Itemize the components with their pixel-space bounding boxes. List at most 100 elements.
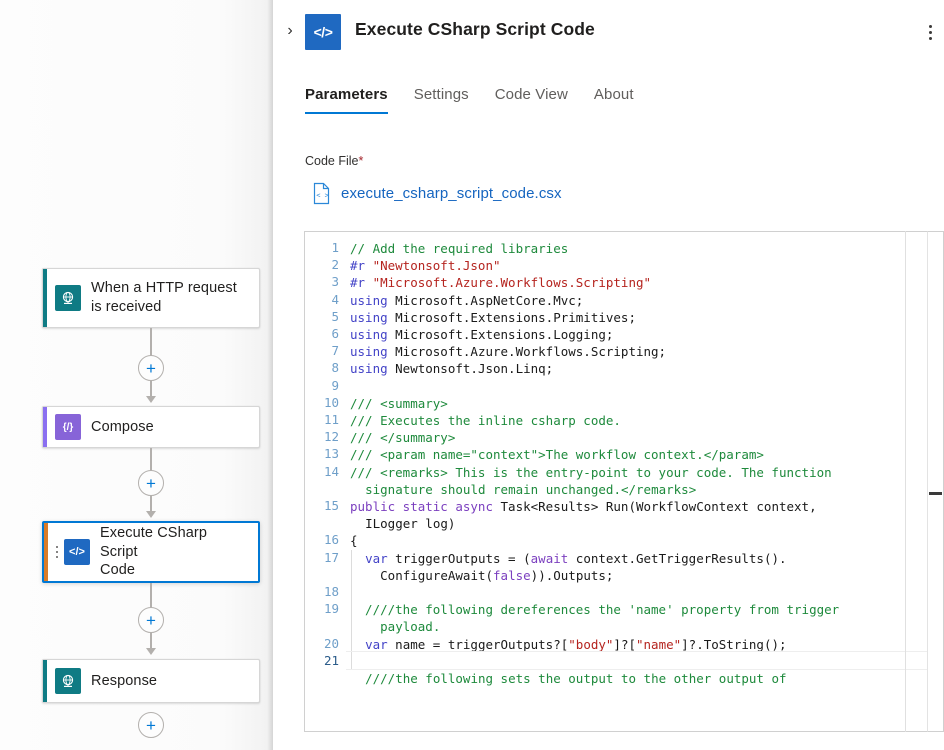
workflow-node-label: When a HTTP request is received xyxy=(91,279,237,316)
editor-code-area[interactable]: // Add the required libraries#r "Newtons… xyxy=(346,232,927,731)
line-number: 4 xyxy=(305,292,339,307)
workflow-node-label: Execute CSharp Script Code xyxy=(100,524,248,580)
indent-guide xyxy=(351,618,352,635)
code-line: #r "Newtonsoft.Json" xyxy=(346,257,927,274)
workflow-node-response[interactable]: Response xyxy=(42,659,260,703)
line-number: 20 xyxy=(305,636,339,651)
line-number: 13 xyxy=(305,446,339,461)
code-line: using Microsoft.Extensions.Logging; xyxy=(346,326,927,343)
line-number: 2 xyxy=(305,257,339,272)
code-line: ////the following dereferences the 'name… xyxy=(346,601,927,618)
code-token: /// Executes the inline csharp code. xyxy=(350,413,621,428)
add-action-button-4[interactable]: + xyxy=(138,712,164,738)
code-token: using xyxy=(350,293,395,308)
workflow-canvas[interactable]: When a HTTP request is received + {/} Co… xyxy=(0,0,273,750)
workflow-node-http-trigger[interactable]: When a HTTP request is received xyxy=(42,268,260,328)
code-token: signature should remain unchanged.</rema… xyxy=(365,482,696,497)
code-line: using Microsoft.Azure.Workflows.Scriptin… xyxy=(346,343,927,360)
add-action-button-2[interactable]: + xyxy=(138,470,164,496)
code-line: /// <remarks> This is the entry-point to… xyxy=(346,464,927,481)
tab-code-view[interactable]: Code View xyxy=(495,86,584,114)
scrollbar-marker xyxy=(929,492,942,495)
code-token: var xyxy=(365,637,395,652)
connector-arrow xyxy=(146,648,156,655)
code-line: /// Executes the inline csharp code. xyxy=(346,412,927,429)
code-token: context.GetTriggerResults(). xyxy=(576,551,787,566)
code-token: using xyxy=(350,327,395,342)
code-token: ////the following sets the output to the… xyxy=(365,671,786,686)
tab-label: About xyxy=(594,86,634,103)
code-line xyxy=(346,653,927,670)
tab-label: Settings xyxy=(414,86,469,103)
compose-glyph: {/} xyxy=(63,422,74,433)
line-number: 19 xyxy=(305,601,339,616)
line-number: 3 xyxy=(305,274,339,289)
code-line-partial: ////the following sets the output to the… xyxy=(346,670,927,687)
required-marker: * xyxy=(359,154,364,168)
code-line: ILogger log) xyxy=(346,515,927,532)
code-token: using xyxy=(350,310,395,325)
line-number: 17 xyxy=(305,550,339,565)
code-file-label-text: Code File xyxy=(305,154,359,168)
code-token: /// </summary> xyxy=(350,430,455,445)
code-token: await xyxy=(531,551,576,566)
editor-right-separator xyxy=(905,231,906,732)
code-token: #r xyxy=(350,275,373,290)
add-action-button-1[interactable]: + xyxy=(138,355,164,381)
tab-about[interactable]: About xyxy=(594,86,650,114)
code-token: // Add the required libraries xyxy=(350,241,568,256)
connector-line xyxy=(150,583,152,608)
active-line-border xyxy=(346,651,927,652)
code-file-name-link[interactable]: execute_csharp_script_code.csx xyxy=(341,185,562,202)
line-number: 8 xyxy=(305,360,339,375)
panel-more-menu-icon[interactable] xyxy=(919,16,941,48)
code-line: using Microsoft.Extensions.Primitives; xyxy=(346,309,927,326)
code-token: ]?.ToString(); xyxy=(681,637,786,652)
code-token: var xyxy=(365,551,395,566)
connector-line xyxy=(150,448,152,472)
panel-header-csharp-icon: </> xyxy=(305,14,341,50)
line-number: 12 xyxy=(305,429,339,444)
code-token: "body" xyxy=(568,637,613,652)
editor-gutter: 123456789101112131415161718192021 xyxy=(305,232,346,731)
panel-header: › </> Execute CSharp Script Code xyxy=(273,0,944,62)
workflow-node-compose[interactable]: {/} Compose xyxy=(42,406,260,448)
code-token: payload. xyxy=(365,619,440,634)
compose-icon: {/} xyxy=(55,414,81,440)
code-token: WorkflowContext context, xyxy=(636,499,817,514)
tab-settings[interactable]: Settings xyxy=(414,86,485,114)
code-editor[interactable]: 123456789101112131415161718192021 // Add… xyxy=(304,231,927,732)
node-more-menu-icon[interactable] xyxy=(52,546,62,559)
plus-icon: + xyxy=(146,360,156,377)
code-file-field-label: Code File* xyxy=(305,154,363,168)
line-number: 11 xyxy=(305,412,339,427)
code-token: ILogger log) xyxy=(365,516,455,531)
code-line xyxy=(346,584,927,601)
response-icon xyxy=(55,668,81,694)
page-title: Execute CSharp Script Code xyxy=(355,19,595,40)
code-file-row[interactable]: < > execute_csharp_script_code.csx xyxy=(312,182,562,205)
code-line xyxy=(346,378,927,395)
code-token: Task<Results> Run( xyxy=(501,499,636,514)
code-token: public static async xyxy=(350,499,501,514)
line-number: 9 xyxy=(305,378,339,393)
tab-label: Code View xyxy=(495,86,568,103)
line-number: 14 xyxy=(305,464,339,479)
line-number: 5 xyxy=(305,309,339,324)
code-token: /// <summary> xyxy=(350,396,448,411)
code-token: /// <param name="context">The workflow c… xyxy=(350,447,764,462)
line-number: 6 xyxy=(305,326,339,341)
tab-parameters[interactable]: Parameters xyxy=(305,86,404,114)
code-token: #r xyxy=(350,258,373,273)
editor-scrollbar[interactable] xyxy=(927,231,944,732)
code-token: using xyxy=(350,361,395,376)
code-token: "Newtonsoft.Json" xyxy=(373,258,501,273)
csharp-script-glyph: </> xyxy=(69,546,85,558)
svg-text:< >: < > xyxy=(316,192,329,200)
code-line: public static async Task<Results> Run(Wo… xyxy=(346,498,927,515)
plus-icon: + xyxy=(146,717,156,734)
collapse-panel-chevron-icon[interactable]: › xyxy=(279,20,301,42)
add-action-button-3[interactable]: + xyxy=(138,607,164,633)
indent-guide xyxy=(351,653,352,670)
workflow-node-execute-csharp-script-code[interactable]: </> Execute CSharp Script Code xyxy=(42,521,260,583)
